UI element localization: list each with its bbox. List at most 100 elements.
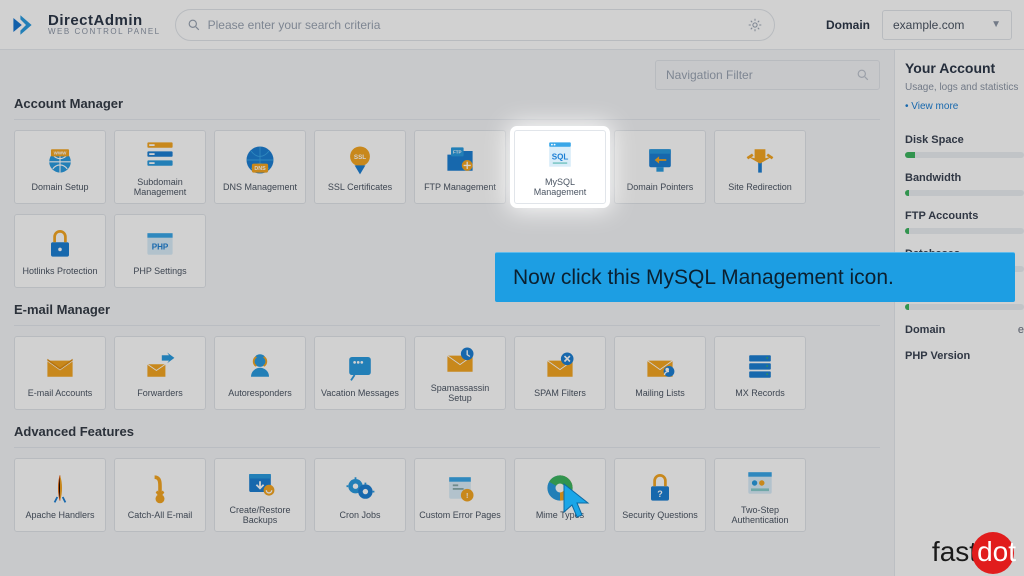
domain-setup-icon: WWW xyxy=(42,142,78,178)
stat-disk-space: Disk Space xyxy=(905,134,1024,158)
card-label: Vacation Messages xyxy=(321,388,399,398)
card-subdomain-management[interactable]: Subdomain Management xyxy=(114,130,206,204)
domain-dropdown[interactable]: example.com ▼ xyxy=(882,10,1012,40)
search-icon xyxy=(857,69,869,81)
card-label: Mailing Lists xyxy=(635,388,685,398)
card-domain-pointers[interactable]: Domain Pointers xyxy=(614,130,706,204)
card-create-restore-backups[interactable]: Create/Restore Backups xyxy=(214,458,306,532)
card-mailing-lists[interactable]: Mailing Lists xyxy=(614,336,706,410)
hotlinks-protection-icon xyxy=(42,226,78,262)
card-label: Catch-All E-mail xyxy=(128,510,193,520)
svg-text:WWW: WWW xyxy=(54,150,67,155)
stat-label: FTP Accounts xyxy=(905,210,1024,222)
domain-pointers-icon xyxy=(642,142,678,178)
subdomain-management-icon xyxy=(142,137,178,173)
logo[interactable]: DirectAdmin web control panel xyxy=(12,11,161,39)
gear-icon[interactable] xyxy=(748,18,762,32)
two-step-auth-icon xyxy=(742,465,778,501)
top-header: DirectAdmin web control panel Please ent… xyxy=(0,0,1024,50)
spam-filters-icon xyxy=(542,348,578,384)
navigation-filter[interactable]: Navigation Filter xyxy=(655,60,880,90)
card-mime-types[interactable]: Mime Types xyxy=(514,458,606,532)
card-label: Custom Error Pages xyxy=(419,510,501,520)
ftp-management-icon: FTP xyxy=(442,142,478,178)
logo-text: DirectAdmin web control panel xyxy=(48,13,161,36)
card-label: Domain Pointers xyxy=(627,182,694,192)
domain-label: Domain xyxy=(826,18,870,32)
apache-handlers-icon xyxy=(42,470,78,506)
card-label: DNS Management xyxy=(223,182,297,192)
grid-email: E-mail Accounts Forwarders Autoresponders V… xyxy=(14,336,880,410)
card-label: Two-Step Authentication xyxy=(719,505,801,526)
svg-text:?: ? xyxy=(657,489,663,499)
card-apache-handlers[interactable]: Apache Handlers xyxy=(14,458,106,532)
divider xyxy=(14,325,880,326)
domain-selector: Domain example.com ▼ xyxy=(826,10,1012,40)
card-label: Forwarders xyxy=(137,388,183,398)
card-domain-setup[interactable]: WWWDomain Setup xyxy=(14,130,106,204)
card-label: Security Questions xyxy=(622,510,698,520)
card-cron-jobs[interactable]: Cron Jobs xyxy=(314,458,406,532)
stat-bar xyxy=(905,304,1024,310)
card-autoresponders[interactable]: Autoresponders xyxy=(214,336,306,410)
card-spamassassin-setup[interactable]: Spamassassin Setup xyxy=(414,336,506,410)
stat-label: Bandwidth xyxy=(905,172,1024,184)
site-redirection-icon xyxy=(742,142,778,178)
card-label: SPAM Filters xyxy=(534,388,586,398)
svg-text:PHP: PHP xyxy=(152,242,169,251)
custom-error-pages-icon: ! xyxy=(442,470,478,506)
logo-main: DirectAdmin xyxy=(48,13,161,28)
card-label: Autoresponders xyxy=(228,388,292,398)
security-questions-icon: ? xyxy=(642,470,678,506)
your-account-sub: Usage, logs and statistics xyxy=(905,82,1024,93)
card-label: MySQL Management xyxy=(519,177,601,198)
logo-sub: web control panel xyxy=(48,28,161,36)
card-site-redirection[interactable]: Site Redirection xyxy=(714,130,806,204)
card-security-questions[interactable]: ? Security Questions xyxy=(614,458,706,532)
card-dns-management[interactable]: DNS DNS Management xyxy=(214,130,306,204)
cron-jobs-icon xyxy=(342,470,378,506)
card-label: PHP Settings xyxy=(133,266,186,276)
svg-text:SQL: SQL xyxy=(552,152,569,161)
view-more-link[interactable]: • View more xyxy=(905,101,1024,112)
info-php-label: PHP Version xyxy=(905,350,970,362)
card-catch-all-email[interactable]: Catch-All E-mail xyxy=(114,458,206,532)
divider xyxy=(14,447,880,448)
svg-text:DNS: DNS xyxy=(254,166,266,172)
card-ftp-management[interactable]: FTP FTP Management xyxy=(414,130,506,204)
fastdot-brand: fastdot xyxy=(932,536,1016,568)
php-settings-icon: PHP xyxy=(142,226,178,262)
dns-management-icon: DNS xyxy=(242,142,278,178)
create-restore-backups-icon xyxy=(242,465,278,501)
stat-bar xyxy=(905,190,1024,196)
card-label: Subdomain Management xyxy=(119,177,201,198)
card-label: Apache Handlers xyxy=(25,510,94,520)
instruction-callout: Now click this MySQL Management icon. xyxy=(495,252,1015,302)
mailing-lists-icon xyxy=(642,348,678,384)
stat-label: Disk Space xyxy=(905,134,1024,146)
ssl-certificates-icon: SSL xyxy=(342,142,378,178)
card-label: Hotlinks Protection xyxy=(22,266,97,276)
info-domain-label: Domain xyxy=(905,324,945,336)
card-mysql-management[interactable]: SQL MySQL Management xyxy=(514,130,606,204)
spamassassin-setup-icon xyxy=(442,343,478,379)
svg-text:!: ! xyxy=(466,491,468,500)
global-search[interactable]: Please enter your search criteria xyxy=(175,9,775,41)
right-sidebar: Your Account Usage, logs and statistics … xyxy=(894,50,1024,576)
card-email-accounts[interactable]: E-mail Accounts xyxy=(14,336,106,410)
card-forwarders[interactable]: Forwarders xyxy=(114,336,206,410)
svg-text:SSL: SSL xyxy=(354,154,366,161)
card-php-settings[interactable]: PHP PHP Settings xyxy=(114,214,206,288)
card-mx-records[interactable]: MX Records xyxy=(714,336,806,410)
card-vacation-messages[interactable]: Vacation Messages xyxy=(314,336,406,410)
card-hotlinks-protection[interactable]: Hotlinks Protection xyxy=(14,214,106,288)
info-block: Domaine PHP Version xyxy=(905,324,1024,362)
card-custom-error-pages[interactable]: ! Custom Error Pages xyxy=(414,458,506,532)
cursor-icon xyxy=(562,482,592,522)
card-label: FTP Management xyxy=(424,182,496,192)
card-ssl-certificates[interactable]: SSLSSL Certificates xyxy=(314,130,406,204)
card-spam-filters[interactable]: SPAM Filters xyxy=(514,336,606,410)
vacation-messages-icon xyxy=(342,348,378,384)
card-two-step-auth[interactable]: Two-Step Authentication xyxy=(714,458,806,532)
card-label: Site Redirection xyxy=(728,182,792,192)
